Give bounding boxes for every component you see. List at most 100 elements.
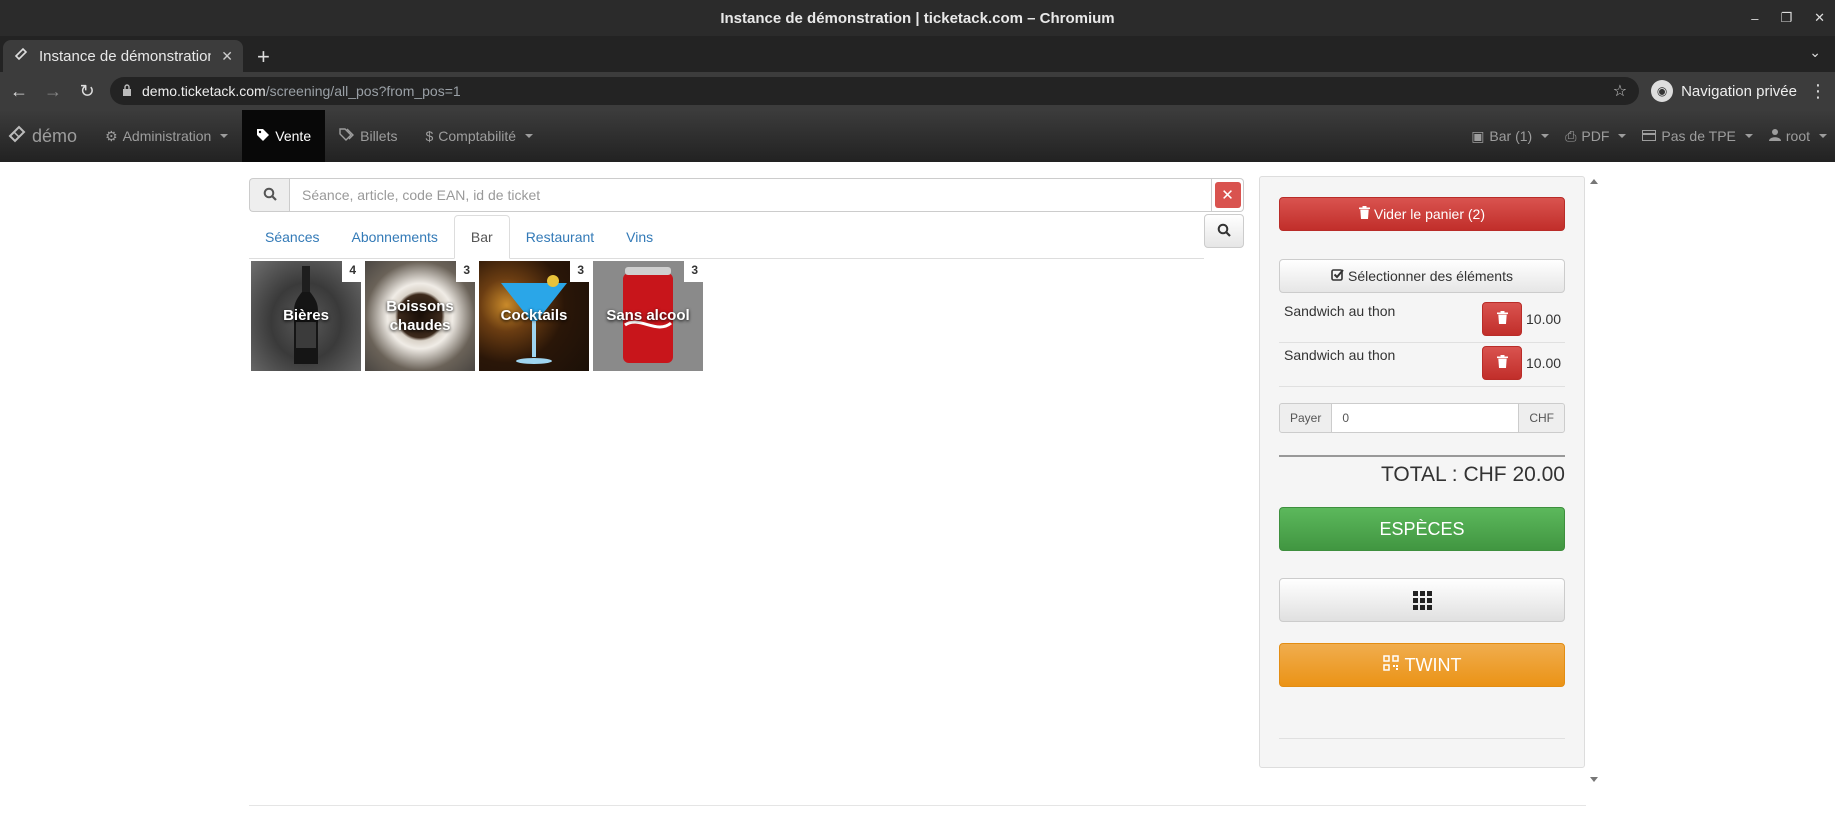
nav-pdf-label: PDF [1581, 128, 1610, 144]
cart-scrollbar[interactable] [1590, 176, 1600, 782]
ticket-logo-icon [8, 125, 26, 148]
nav-billets-label: Billets [360, 128, 398, 144]
window-titlebar: Instance de démonstration | ticketack.co… [0, 0, 1835, 36]
remove-item-button[interactable] [1482, 302, 1522, 336]
bookmark-star-icon[interactable]: ☆ [1613, 81, 1627, 101]
close-window-icon[interactable]: ✕ [1814, 10, 1825, 26]
remove-item-button[interactable] [1482, 346, 1522, 380]
caret-down-icon [1744, 134, 1753, 138]
tab-seances[interactable]: Séances [249, 215, 335, 258]
tile-bieres-label: Bières [283, 307, 329, 325]
twint-payment-button[interactable]: TWINT [1279, 643, 1565, 687]
brand-logo[interactable]: démo [0, 110, 91, 162]
scroll-down-icon[interactable] [1590, 777, 1598, 782]
select-items-button[interactable]: Sélectionner des éléments [1279, 259, 1565, 293]
browser-menu-icon[interactable]: ⋮ [1809, 81, 1827, 102]
nav-tpe[interactable]: Pas de TPE [1634, 110, 1760, 162]
nav-comptabilite[interactable]: $ Comptabilité [411, 110, 547, 162]
gear-icon: ⚙ [105, 127, 118, 144]
lock-icon [122, 83, 132, 99]
scroll-up-icon[interactable] [1590, 179, 1598, 184]
nav-vente[interactable]: Vente [242, 110, 326, 162]
category-tabs: Séances Abonnements Bar Restaurant Vins [249, 214, 1244, 259]
tile-bieres-count: 4 [342, 261, 361, 282]
search-addon [249, 178, 289, 212]
caret-down-icon [1819, 134, 1827, 138]
tile-boissons-chaudes-count: 3 [456, 261, 475, 282]
window-controls: – ❐ ✕ [1751, 0, 1825, 36]
clear-search-button[interactable]: ✕ [1212, 178, 1244, 212]
tab-close-icon[interactable]: ✕ [221, 48, 233, 65]
cart-item-name: Sandwich au thon [1284, 347, 1396, 363]
incognito-icon: ◉ [1651, 80, 1674, 102]
url-host: demo.ticketack.com [142, 83, 266, 99]
trash-icon [1496, 311, 1508, 327]
empty-cart-label: Vider le panier (2) [1373, 206, 1486, 222]
cart-item-name: Sandwich au thon [1284, 303, 1396, 319]
url-field[interactable]: demo.ticketack.com/screening/all_pos?fro… [110, 77, 1640, 105]
tile-bieres[interactable]: Bières 4 [251, 261, 361, 371]
cart-item-price: 10.00 [1526, 311, 1562, 327]
tags-icon [339, 127, 355, 145]
tab-vins[interactable]: Vins [610, 215, 669, 258]
close-icon: ✕ [1214, 182, 1241, 208]
cash-payment-button[interactable]: ESPÈCES [1279, 507, 1565, 551]
tab-restaurant[interactable]: Restaurant [510, 215, 610, 258]
new-tab-icon[interactable]: + [257, 46, 270, 68]
tab-abonnements[interactable]: Abonnements [335, 215, 453, 258]
advanced-search-button[interactable] [1204, 214, 1244, 248]
total-divider [1279, 455, 1565, 457]
more-payment-methods-button[interactable] [1279, 578, 1565, 622]
nav-pdf[interactable]: ⎙ PDF [1557, 110, 1634, 162]
reload-icon[interactable]: ↻ [76, 81, 98, 102]
minimize-icon[interactable]: – [1751, 11, 1758, 26]
navbar-right: ▣ Bar (1) ⎙ PDF Pas de TPE root [1463, 110, 1835, 162]
private-mode-indicator[interactable]: ◉ Navigation privée [1651, 80, 1797, 102]
ticket-favicon-icon [13, 46, 29, 66]
back-icon[interactable]: ← [8, 81, 30, 102]
nav-tpe-label: Pas de TPE [1661, 128, 1736, 144]
category-tiles: Bières 4 Boissons chaudes 3 Cocktails 3 [251, 261, 1244, 371]
search-input[interactable]: Séance, article, code EAN, id de ticket [289, 178, 1212, 212]
app-navbar: démo ⚙ Administration Vente Billets $ Co… [0, 110, 1835, 162]
address-bar: ← → ↻ demo.ticketack.com/screening/all_p… [0, 72, 1835, 110]
browser-tab-title: Instance de démonstration | ticketack.co… [39, 47, 212, 65]
pay-amount-input[interactable]: 0 [1332, 403, 1519, 433]
dollar-icon: $ [425, 128, 434, 144]
tile-sans-alcool-label: Sans alcool [606, 307, 690, 325]
nav-vente-label: Vente [275, 128, 312, 144]
tab-bar[interactable]: Bar [453, 215, 510, 259]
cart-item: Sandwich au thon 10.00 [1279, 299, 1565, 343]
tab-search-chevron-icon[interactable]: ⌄ [1809, 44, 1821, 61]
user-icon [1768, 128, 1781, 144]
caret-down-icon [525, 134, 534, 138]
caret-down-icon [220, 134, 229, 138]
cart-item: Sandwich au thon 10.00 [1279, 343, 1565, 387]
nav-billets[interactable]: Billets [325, 110, 411, 162]
pay-currency: CHF [1518, 403, 1565, 433]
search-bar: Séance, article, code EAN, id de ticket … [249, 178, 1244, 212]
nav-administration[interactable]: ⚙ Administration [91, 110, 242, 162]
tile-sans-alcool[interactable]: Sans alcool 3 [593, 261, 703, 371]
cart-panel-footer [1279, 701, 1565, 739]
tile-cocktails[interactable]: Cocktails 3 [479, 261, 589, 371]
empty-cart-button[interactable]: Vider le panier (2) [1279, 197, 1565, 231]
url-path: /screening/all_pos?from_pos=1 [265, 83, 461, 99]
tile-cocktails-label: Cocktails [500, 307, 568, 325]
nav-comptabilite-label: Comptabilité [438, 128, 517, 144]
browser-tab[interactable]: Instance de démonstration | ticketack.co… [3, 40, 243, 72]
tag-icon [256, 128, 270, 145]
nav-bar-pos[interactable]: ▣ Bar (1) [1463, 110, 1557, 162]
main-content: Séance, article, code EAN, id de ticket … [0, 162, 1835, 829]
caret-down-icon [1541, 134, 1550, 138]
tile-boissons-chaudes[interactable]: Boissons chaudes 3 [365, 261, 475, 371]
cart-panel: Vider le panier (2) Sélectionner des élé… [1259, 176, 1585, 768]
print-icon: ⎙ [1565, 127, 1577, 144]
tile-cocktails-count: 3 [570, 261, 589, 282]
qrcode-icon [1382, 654, 1399, 676]
nav-user[interactable]: root [1761, 110, 1835, 162]
pay-label: Payer [1279, 403, 1333, 433]
forward-icon[interactable]: → [42, 81, 64, 102]
maximize-icon[interactable]: ❐ [1780, 10, 1792, 26]
tile-boissons-chaudes-label: Boissons chaudes [386, 297, 454, 335]
